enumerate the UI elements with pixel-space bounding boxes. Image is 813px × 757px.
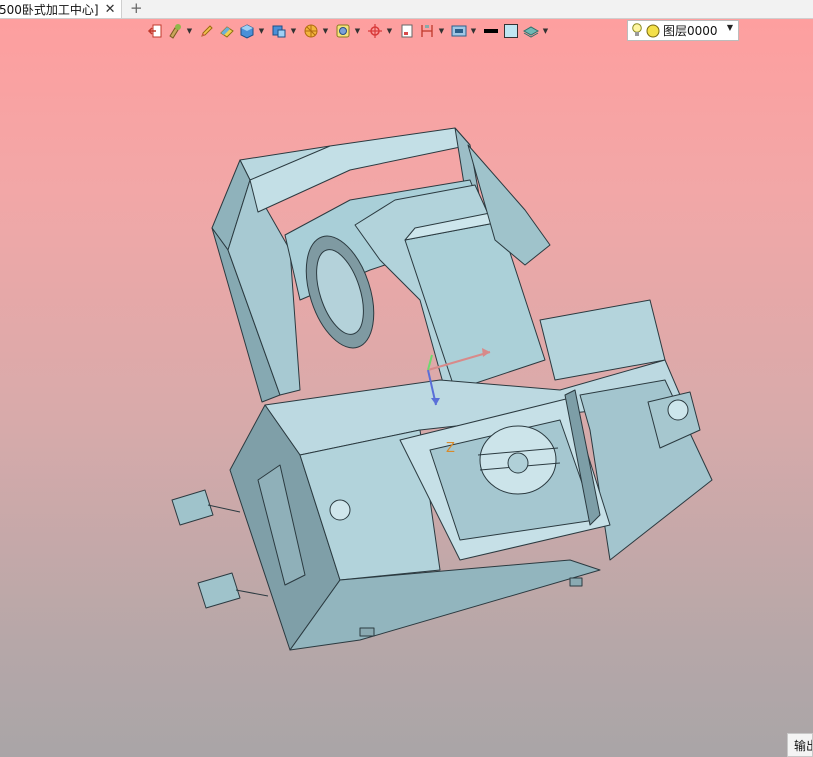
view-toolbar: ▼ ▼ ▼ ▼ ▼ ▼ ▼ ▼ ▼	[146, 20, 554, 42]
dimension-icon[interactable]	[418, 22, 436, 40]
paint-brush-icon[interactable]	[166, 22, 184, 40]
chevron-down-icon[interactable]: ▼	[438, 27, 445, 35]
chevron-down-icon[interactable]: ▼	[542, 27, 549, 35]
chevron-down-icon[interactable]: ▼	[186, 27, 193, 35]
pencil-icon[interactable]	[198, 22, 216, 40]
chevron-down-icon[interactable]: ▼	[290, 27, 297, 35]
render-icon[interactable]	[334, 22, 352, 40]
chevron-down-icon[interactable]: ▼	[386, 27, 393, 35]
section-icon[interactable]	[302, 22, 320, 40]
layers-icon[interactable]	[522, 22, 540, 40]
yellow-dot-icon[interactable]	[646, 23, 660, 39]
document-tab-label: 500卧式加工中心]	[0, 2, 99, 17]
output-panel-tab[interactable]: 输出	[787, 733, 813, 757]
chevron-down-icon[interactable]: ▼	[322, 27, 329, 35]
crosshair-icon[interactable]	[366, 22, 384, 40]
shaded-cube-icon[interactable]	[238, 22, 256, 40]
eraser-icon[interactable]	[218, 22, 236, 40]
chip-box-2	[197, 572, 241, 609]
layer-name: 图层0000	[663, 24, 718, 38]
viewport-icon[interactable]	[450, 22, 468, 40]
frame-icon[interactable]	[398, 22, 416, 40]
chip-box-1	[171, 489, 214, 526]
chevron-down-icon[interactable]: ▼	[354, 27, 361, 35]
chevron-down-icon[interactable]: ▼	[470, 27, 477, 35]
fill-color-swatch[interactable]	[502, 22, 520, 40]
layer-dropdown[interactable]: 图层0000 ▼	[627, 20, 739, 41]
rotary-center	[507, 452, 529, 474]
document-tab-bar: 500卧式加工中心] ✕ +	[0, 0, 813, 19]
lightbulb-icon[interactable]	[630, 23, 644, 39]
z-axis-label: Z	[446, 441, 455, 456]
line-color-swatch[interactable]	[482, 22, 500, 40]
cube-views-icon[interactable]	[270, 22, 288, 40]
machine-model: Z	[171, 127, 713, 651]
3d-viewport[interactable]: Z	[0, 45, 813, 757]
close-icon[interactable]: ✕	[105, 3, 116, 16]
chevron-down-icon: ▼	[726, 23, 733, 32]
chevron-down-icon[interactable]: ▼	[258, 27, 265, 35]
document-tab[interactable]: 500卧式加工中心] ✕	[0, 0, 122, 18]
exit-icon[interactable]	[146, 22, 164, 40]
plus-icon[interactable]: +	[130, 0, 143, 17]
